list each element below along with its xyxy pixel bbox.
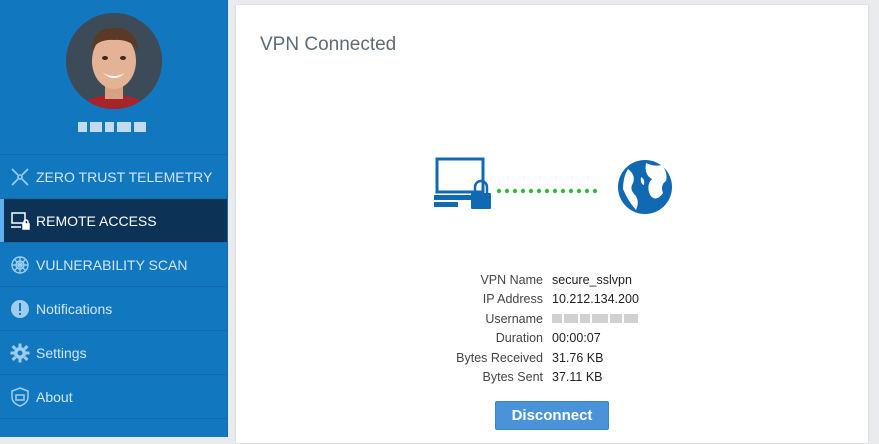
disconnect-button[interactable]: Disconnect xyxy=(495,401,609,430)
main-panel: VPN Connected VPN Name secure_sslvpn IP … xyxy=(235,4,869,444)
connection-dots xyxy=(496,188,598,194)
sidebar-item-about[interactable]: About xyxy=(0,374,227,418)
shield-icon xyxy=(10,386,30,407)
sidebar-item-settings[interactable]: Settings xyxy=(0,330,227,374)
info-row-bytes-sent: Bytes Sent 37.11 KB xyxy=(482,370,603,385)
globe-icon xyxy=(618,160,672,214)
info-row-ip-address: IP Address 10.212.134.200 xyxy=(482,292,639,307)
info-row-duration: Duration 00:00:07 xyxy=(495,331,601,346)
vulnerability-scan-icon xyxy=(10,255,30,275)
vpn-status-illustration xyxy=(432,155,677,230)
sidebar: ZERO TRUST TELEMETRY REMOTE ACCESS VULNE… xyxy=(0,0,228,437)
sidebar-item-label: VULNERABILITY SCAN xyxy=(36,256,188,273)
info-row-username: Username xyxy=(236,309,870,329)
sidebar-item-vulnerability-scan[interactable]: VULNERABILITY SCAN xyxy=(0,242,227,286)
info-row-bytes-received: Bytes Received 31.76 KB xyxy=(456,350,604,365)
page-title: VPN Connected xyxy=(260,34,397,55)
sidebar-item-label: Notifications xyxy=(36,300,113,317)
sidebar-item-notifications[interactable]: Notifications xyxy=(0,286,227,330)
sidebar-item-remote-access[interactable]: REMOTE ACCESS xyxy=(0,198,227,242)
username-redacted xyxy=(552,314,638,324)
notification-icon xyxy=(10,299,30,319)
sidebar-item-zero-trust-telemetry[interactable]: ZERO TRUST TELEMETRY xyxy=(0,154,227,198)
info-row-vpn-name: VPN Name secure_sslvpn xyxy=(480,272,632,287)
laptop-lock-icon xyxy=(434,157,491,209)
sidebar-item-label: About xyxy=(36,388,73,405)
username-redacted xyxy=(78,121,148,133)
telemetry-icon xyxy=(10,167,30,187)
sidebar-nav: ZERO TRUST TELEMETRY REMOTE ACCESS VULNE… xyxy=(0,154,227,419)
vpn-info: VPN Name secure_sslvpn IP Address 10.212… xyxy=(236,270,870,387)
avatar[interactable] xyxy=(66,13,162,109)
sidebar-item-label: Settings xyxy=(36,344,87,361)
sidebar-divider xyxy=(0,418,227,419)
sidebar-item-label: REMOTE ACCESS xyxy=(36,212,157,229)
remote-access-icon xyxy=(10,211,30,231)
gear-icon xyxy=(10,343,30,363)
sidebar-item-label: ZERO TRUST TELEMETRY xyxy=(36,168,213,185)
